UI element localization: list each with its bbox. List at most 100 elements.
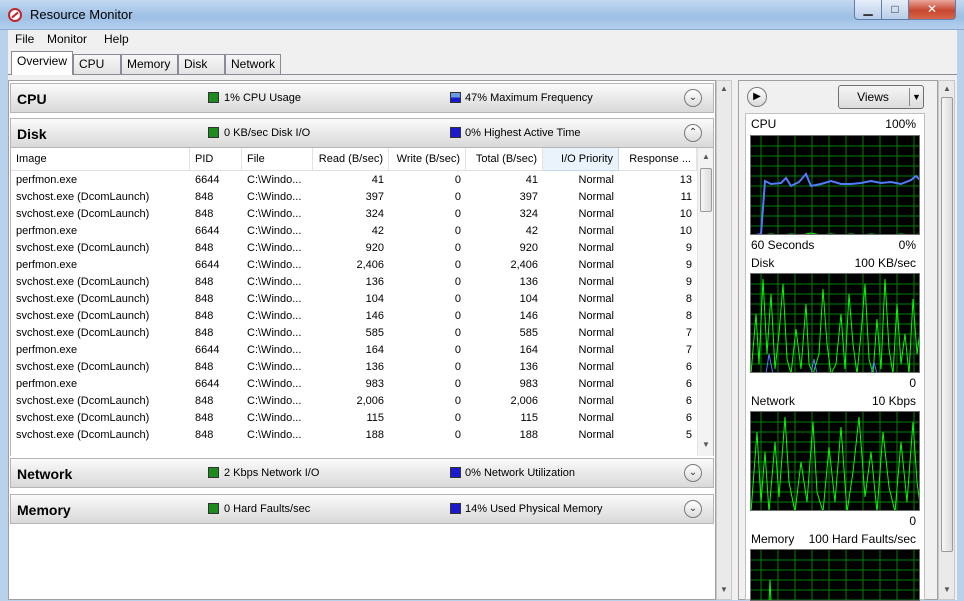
cell-io-priority: Normal — [578, 395, 614, 407]
network-section-header[interactable]: Network 2 Kbps Network I/O 0% Network Ut… — [10, 458, 714, 488]
close-button[interactable]: ✕ — [908, 0, 956, 20]
scroll-up-arrow-icon[interactable]: ▲ — [940, 82, 954, 96]
table-row[interactable]: perfmon.exe 6644 C:\Windo... 164 0 164 Normal 7 — [11, 342, 697, 359]
disk-io-indicator-icon — [208, 127, 219, 138]
memory-section-header[interactable]: Memory 0 Hard Faults/sec 14% Used Physic… — [10, 494, 714, 524]
disk-section-header[interactable]: Disk 0 KB/sec Disk I/O 0% Highest Active… — [10, 118, 714, 148]
cell-image: svchost.exe (DcomLaunch) — [16, 327, 150, 339]
cell-pid: 848 — [195, 208, 214, 220]
cpu-graph-svg — [751, 136, 919, 234]
table-row[interactable]: svchost.exe (DcomLaunch) 848 C:\Windo... 13… — [11, 274, 697, 291]
column-header-image[interactable]: Image — [11, 148, 190, 171]
cpu-graph-title: CPU — [751, 117, 777, 131]
chevron-down-icon[interactable]: ⌄ — [684, 89, 702, 107]
column-header-write[interactable]: Write (B/sec) — [389, 148, 466, 171]
table-row[interactable]: perfmon.exe 6644 C:\Windo... 2,406 0 2,406 Nor… — [11, 257, 697, 274]
cell-io-priority: Normal — [578, 344, 614, 356]
network-utilization-indicator-icon — [450, 467, 461, 478]
table-row[interactable]: svchost.exe (DcomLaunch) 848 C:\Windo... 14… — [11, 308, 697, 325]
memory-graph-max: 100 Hard Faults/sec — [808, 532, 916, 546]
scroll-up-arrow-icon[interactable]: ▲ — [717, 82, 731, 96]
table-row[interactable]: svchost.exe (DcomLaunch) 848 C:\Windo... 32… — [11, 206, 697, 223]
table-row[interactable]: svchost.exe (DcomLaunch) 848 C:\Windo... 92… — [11, 240, 697, 257]
network-graph-min: 0 — [909, 514, 916, 528]
scroll-down-arrow-icon[interactable]: ▼ — [699, 438, 713, 452]
disk-io-line — [751, 278, 919, 372]
cell-pid: 848 — [195, 361, 214, 373]
cell-response-time: 7 — [685, 327, 692, 339]
cell-total: 42 — [525, 225, 538, 237]
section-title: Memory — [17, 502, 71, 518]
minimize-button[interactable]: ▁ — [854, 0, 882, 20]
table-row[interactable]: svchost.exe (DcomLaunch) 848 C:\Windo... 58… — [11, 325, 697, 342]
table-row[interactable]: perfmon.exe 6644 C:\Windo... 41 0 41 Normal 13 — [11, 172, 697, 189]
table-row[interactable]: svchost.exe (DcomLaunch) 848 C:\Windo... 13… — [11, 359, 697, 376]
menu-monitor[interactable]: Monitor — [47, 32, 87, 46]
column-header-io-priority[interactable]: I/O Priority — [543, 148, 619, 171]
cell-io-priority: Normal — [578, 429, 614, 441]
table-row[interactable]: svchost.exe (DcomLaunch) 848 C:\Windo... 2,… — [11, 393, 697, 410]
table-row[interactable]: svchost.exe (DcomLaunch) 848 C:\Windo... 18… — [11, 427, 697, 444]
graph-pane-scrollbar[interactable]: ▲ ▼ — [938, 80, 955, 600]
chevron-up-icon[interactable]: ⌃ — [684, 124, 702, 142]
chevron-down-icon[interactable]: ⌄ — [684, 500, 702, 518]
table-row[interactable]: perfmon.exe 6644 C:\Windo... 983 0 983 Normal 6 — [11, 376, 697, 393]
cpu-section-header[interactable]: CPU 1% CPU Usage 47% Maximum Frequency ⌄ — [10, 83, 714, 113]
cell-file: C:\Windo... — [247, 208, 302, 220]
cell-write: 0 — [454, 327, 461, 339]
cell-image: svchost.exe (DcomLaunch) — [16, 310, 150, 322]
cell-write: 0 — [454, 344, 461, 356]
scroll-down-arrow-icon[interactable]: ▼ — [717, 583, 731, 597]
table-scroll-thumb[interactable] — [700, 168, 712, 212]
cell-write: 0 — [454, 429, 461, 441]
views-label: Views — [857, 90, 889, 104]
column-header-read[interactable]: Read (B/sec) — [313, 148, 389, 171]
table-scrollbar[interactable]: ▲ ▼ — [697, 148, 713, 456]
network-utilization-stat: 0% Network Utilization — [465, 467, 576, 479]
overview-scrollbar[interactable]: ▲ ▼ — [716, 80, 732, 600]
column-header-file[interactable]: File — [242, 148, 313, 171]
table-row[interactable]: perfmon.exe 6644 C:\Windo... 42 0 42 Normal 10 — [11, 223, 697, 240]
network-io-indicator-icon — [208, 467, 219, 478]
chevron-right-icon: ▶ — [753, 91, 761, 102]
column-header-response-time[interactable]: Response ... — [619, 148, 697, 171]
maximize-button[interactable]: □ — [881, 0, 909, 20]
views-dropdown[interactable]: Views ▼ — [838, 85, 924, 109]
tab-memory[interactable]: Memory — [121, 54, 178, 74]
tab-cpu[interactable]: CPU — [73, 54, 121, 74]
column-header-total[interactable]: Total (B/sec) — [466, 148, 543, 171]
cell-io-priority: Normal — [578, 174, 614, 186]
hard-faults-stat: 0 Hard Faults/sec — [224, 503, 311, 515]
scroll-up-arrow-icon[interactable]: ▲ — [699, 150, 713, 164]
cell-image: svchost.exe (DcomLaunch) — [16, 242, 150, 254]
cell-pid: 848 — [195, 395, 214, 407]
cell-image: perfmon.exe — [16, 225, 78, 237]
chevron-down-icon[interactable]: ⌄ — [684, 464, 702, 482]
tab-overview[interactable]: Overview — [11, 51, 73, 75]
cell-pid: 848 — [195, 327, 214, 339]
cell-io-priority: Normal — [578, 191, 614, 203]
menu-file[interactable]: File — [15, 32, 34, 46]
menu-help[interactable]: Help — [104, 32, 129, 46]
table-row[interactable]: svchost.exe (DcomLaunch) 848 C:\Windo... 11… — [11, 410, 697, 427]
cell-file: C:\Windo... — [247, 310, 302, 322]
cell-response-time: 10 — [679, 208, 692, 220]
graph-pane-scroll-thumb[interactable] — [941, 97, 953, 552]
disk-active-time-stat: 0% Highest Active Time — [465, 127, 581, 139]
cpu-usage-line — [765, 232, 919, 234]
scroll-down-arrow-icon[interactable]: ▼ — [940, 583, 954, 597]
table-row[interactable]: svchost.exe (DcomLaunch) 848 C:\Windo... 10… — [11, 291, 697, 308]
cell-file: C:\Windo... — [247, 225, 302, 237]
cell-write: 0 — [454, 293, 461, 305]
table-row[interactable]: svchost.exe (DcomLaunch) 848 C:\Windo... 39… — [11, 189, 697, 206]
window-title: Resource Monitor — [30, 7, 133, 22]
cell-image: perfmon.exe — [16, 259, 78, 271]
cell-read: 164 — [365, 344, 384, 356]
tab-disk[interactable]: Disk — [178, 54, 225, 74]
collapse-graphs-button[interactable]: ▶ — [747, 87, 767, 107]
column-header-pid[interactable]: PID — [190, 148, 242, 171]
cell-file: C:\Windo... — [247, 361, 302, 373]
cpu-graph-time-span: 60 Seconds — [751, 238, 815, 252]
tab-network[interactable]: Network — [225, 54, 281, 74]
tab-bar: Overview CPU Memory Disk Network — [8, 50, 957, 75]
